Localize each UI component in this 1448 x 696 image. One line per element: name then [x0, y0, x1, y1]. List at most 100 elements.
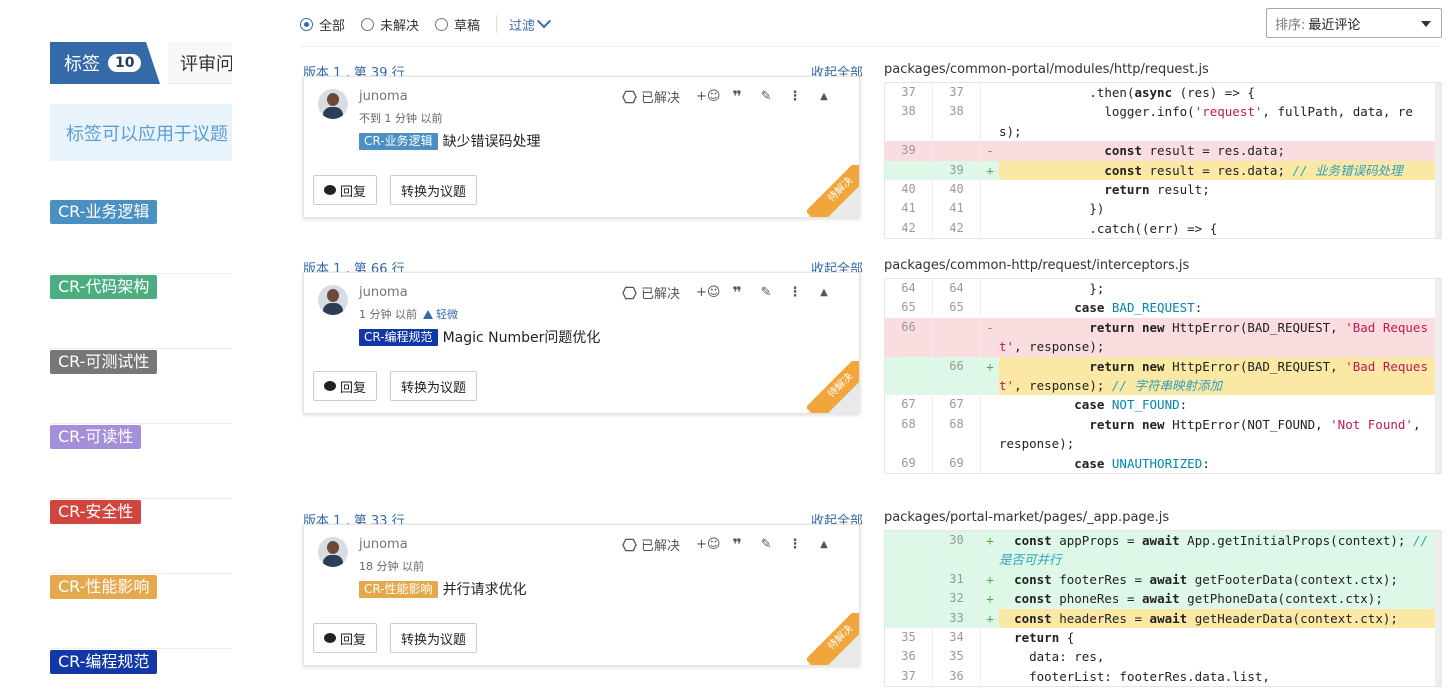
sidebar-tag[interactable]: CR-可测试性 [50, 350, 158, 374]
old-line-number[interactable]: 40 [885, 180, 933, 200]
labels-info-text: 标签可以应用于议题 [66, 123, 228, 145]
avatar[interactable] [318, 285, 348, 315]
new-line-number[interactable]: 36 [933, 666, 981, 687]
edit-icon[interactable]: ✎ [754, 537, 778, 552]
add-reaction-icon[interactable]: +☺ [696, 89, 720, 104]
new-line-number[interactable]: 38 [933, 102, 981, 142]
old-line-number[interactable]: 37 [885, 666, 933, 687]
comment-tag[interactable]: CR-编程规范 [359, 328, 438, 346]
reply-button[interactable]: 回复 [313, 175, 378, 205]
new-line-number[interactable]: 33 [933, 608, 981, 629]
reply-button[interactable]: 回复 [313, 623, 378, 653]
reply-label: 回复 [340, 380, 367, 396]
old-line-number[interactable]: 41 [885, 199, 933, 219]
filter-dropdown[interactable]: 过滤 [509, 14, 552, 34]
new-line-number[interactable]: 42 [933, 218, 981, 239]
new-line-number[interactable]: 64 [933, 279, 981, 299]
diff-line: 37 36 footerList: footerRes.data.list, [885, 666, 1441, 687]
new-line-number[interactable]: 69 [933, 453, 981, 474]
filter-radio-all[interactable]: 全部 [300, 15, 345, 34]
new-line-number[interactable]: 39 [933, 160, 981, 181]
author-name[interactable]: junoma [359, 537, 408, 552]
old-line-number[interactable] [885, 160, 933, 181]
file-path[interactable]: packages/common-http/request/interceptor… [884, 258, 1189, 273]
old-line-number[interactable]: 65 [885, 298, 933, 318]
edit-icon[interactable]: ✎ [754, 89, 778, 104]
old-line-number[interactable]: 36 [885, 647, 933, 667]
new-line-number[interactable]: 65 [933, 298, 981, 318]
sidebar-tag[interactable]: CR-性能影响 [50, 575, 158, 599]
tab-labels[interactable]: 标签 10 [50, 42, 160, 84]
new-line-number[interactable]: 66 [933, 356, 981, 396]
scrollbar[interactable] [1435, 279, 1441, 474]
add-reaction-icon[interactable]: +☺ [696, 537, 720, 552]
new-line-number[interactable] [933, 141, 981, 161]
convert-to-issue-button[interactable]: 转换为议题 [390, 623, 478, 653]
new-line-number[interactable]: 40 [933, 180, 981, 200]
old-line-number[interactable] [885, 569, 933, 590]
add-reaction-icon[interactable]: +☺ [696, 285, 720, 300]
new-line-number[interactable] [933, 317, 981, 357]
more-icon[interactable]: ⋮ [783, 537, 807, 552]
code-content: case NOT_FOUND: [1074, 397, 1188, 413]
file-path[interactable]: packages/common-portal/modules/http/requ… [884, 62, 1209, 77]
collapse-icon[interactable]: ▲ [812, 91, 836, 102]
sidebar-tag[interactable]: CR-业务逻辑 [50, 200, 158, 224]
collapse-icon[interactable]: ▲ [812, 287, 836, 298]
more-icon[interactable]: ⋮ [783, 285, 807, 300]
file-path[interactable]: packages/portal-market/pages/_app.page.j… [884, 510, 1169, 525]
quote-icon[interactable]: ❞ [725, 283, 749, 302]
reply-button[interactable]: 回复 [313, 371, 378, 401]
old-line-number[interactable]: 66 [885, 317, 933, 357]
avatar[interactable] [318, 89, 348, 119]
scrollbar[interactable] [1435, 531, 1441, 687]
more-icon[interactable]: ⋮ [783, 89, 807, 104]
old-line-number[interactable] [885, 356, 933, 396]
sidebar-tag-row: CR-可读性 [50, 425, 232, 499]
tab-review[interactable]: 评审问 [168, 42, 232, 84]
quote-icon[interactable]: ❞ [725, 535, 749, 554]
avatar[interactable] [318, 537, 348, 567]
old-line-number[interactable] [885, 589, 933, 609]
old-line-number[interactable]: 42 [885, 218, 933, 239]
sidebar-tag[interactable]: CR-可读性 [50, 425, 142, 449]
comment-tag[interactable]: CR-性能影响 [359, 580, 438, 598]
filter-radio-unresolved[interactable]: 未解决 [361, 15, 419, 34]
new-line-number[interactable]: 32 [933, 589, 981, 609]
old-line-number[interactable]: 67 [885, 395, 933, 415]
new-line-number[interactable]: 34 [933, 628, 981, 648]
new-line-number[interactable]: 30 [933, 531, 981, 570]
resolve-button[interactable]: 已解决 [622, 87, 680, 106]
new-line-number[interactable]: 31 [933, 569, 981, 590]
old-line-number[interactable] [885, 531, 933, 570]
old-line-number[interactable] [885, 608, 933, 629]
new-line-number[interactable]: 37 [933, 83, 981, 103]
collapse-icon[interactable]: ▲ [812, 539, 836, 550]
convert-to-issue-button[interactable]: 转换为议题 [390, 371, 478, 401]
resolve-button[interactable]: 已解决 [622, 283, 680, 302]
scrollbar[interactable] [1435, 83, 1441, 239]
new-line-number[interactable]: 67 [933, 395, 981, 415]
sort-select[interactable]: 排序: 最近评论 [1266, 8, 1442, 38]
resolve-button[interactable]: 已解决 [622, 535, 680, 554]
new-line-number[interactable]: 68 [933, 414, 981, 454]
sidebar-tag[interactable]: CR-编程规范 [50, 650, 158, 674]
author-name[interactable]: junoma [359, 285, 408, 300]
filter-radio-draft[interactable]: 草稿 [435, 15, 480, 34]
sidebar-tag[interactable]: CR-代码架构 [50, 275, 158, 299]
edit-icon[interactable]: ✎ [754, 285, 778, 300]
old-line-number[interactable]: 35 [885, 628, 933, 648]
sidebar-tag[interactable]: CR-安全性 [50, 500, 142, 524]
old-line-number[interactable]: 39 [885, 141, 933, 161]
old-line-number[interactable]: 69 [885, 453, 933, 474]
old-line-number[interactable]: 38 [885, 102, 933, 142]
quote-icon[interactable]: ❞ [725, 87, 749, 106]
new-line-number[interactable]: 41 [933, 199, 981, 219]
old-line-number[interactable]: 64 [885, 279, 933, 299]
old-line-number[interactable]: 37 [885, 83, 933, 103]
comment-tag[interactable]: CR-业务逻辑 [359, 132, 438, 150]
convert-to-issue-button[interactable]: 转换为议题 [390, 175, 478, 205]
new-line-number[interactable]: 35 [933, 647, 981, 667]
old-line-number[interactable]: 68 [885, 414, 933, 454]
author-name[interactable]: junoma [359, 89, 408, 104]
